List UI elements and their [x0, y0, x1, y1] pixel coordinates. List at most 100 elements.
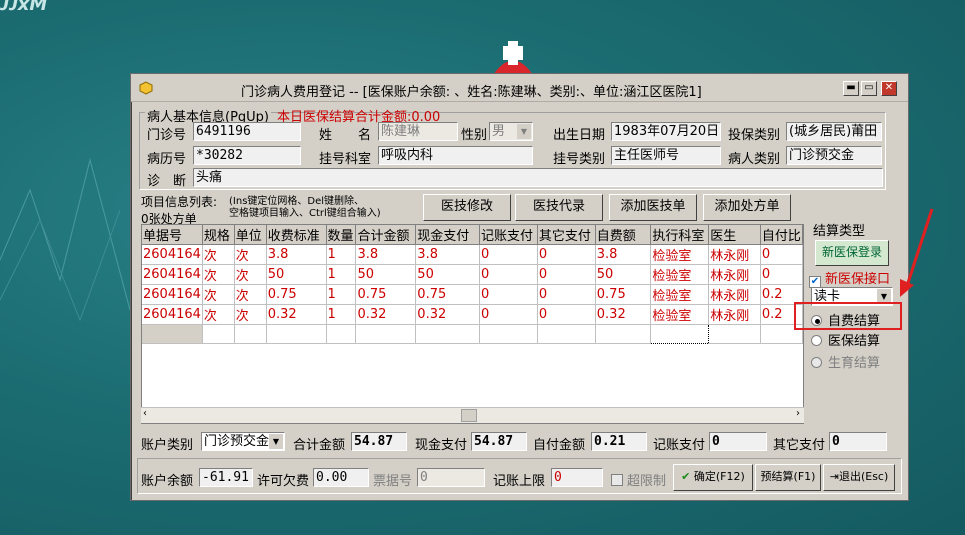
maternity-settle-radio[interactable]: 生育结算 — [811, 352, 880, 371]
table-cell[interactable]: 0 — [479, 284, 538, 305]
table-cell[interactable] — [708, 324, 761, 344]
add-prescription-button[interactable]: 添加处方单 — [703, 194, 791, 221]
table-cell[interactable]: 0.75 — [595, 284, 652, 305]
table-cell[interactable]: 次 — [234, 284, 267, 305]
col-header[interactable]: 其它支付 — [537, 225, 596, 245]
scroll-thumb[interactable] — [461, 409, 477, 422]
table-cell[interactable]: 0 — [537, 244, 596, 265]
table-cell[interactable]: 0 — [479, 304, 538, 325]
title-bar[interactable]: 门诊病人费用登记 -- [医保账户余额: 、姓名:陈建琳、类别:、单位:涵江区医… — [131, 74, 908, 102]
name-field[interactable]: 陈建琳 — [378, 122, 458, 141]
confirm-button[interactable]: ✔ 确定(F12) — [673, 464, 753, 491]
table-cell[interactable]: 0.75 — [415, 284, 480, 305]
table-cell[interactable]: 2604164 — [142, 304, 203, 325]
table-cell[interactable]: 次 — [234, 264, 267, 285]
table-cell[interactable]: 0 — [760, 244, 804, 265]
table-cell[interactable]: 0.32 — [415, 304, 480, 325]
insurance-type-field[interactable]: (城乡居民)莆田 — [786, 122, 882, 141]
col-header[interactable]: 规格 — [202, 225, 235, 245]
scroll-right-icon[interactable]: › — [796, 408, 800, 419]
tech-modify-button[interactable]: 医技修改 — [423, 194, 511, 221]
new-insurance-login-button[interactable]: 新医保登录 — [815, 240, 889, 266]
table-row[interactable]: 2604164 次次 0.32 1 0.32 0.32 0 0 0.32 检验室 林永刚 0.2 — [142, 304, 804, 325]
checkbox-unchecked-icon[interactable] — [611, 474, 623, 486]
table-cell[interactable]: 2604164 — [142, 284, 203, 305]
table-cell[interactable] — [142, 324, 203, 344]
table-cell[interactable]: 1 — [326, 264, 357, 285]
table-cell[interactable]: 0 — [537, 264, 596, 285]
table-cell[interactable]: 林永刚 — [708, 284, 761, 305]
table-cell[interactable] — [595, 324, 652, 344]
table-cell[interactable]: 50 — [355, 264, 417, 285]
table-cell[interactable]: 0 — [760, 264, 804, 285]
col-header[interactable]: 执行科室 — [650, 225, 710, 245]
table-cell[interactable] — [234, 324, 267, 344]
receipt-no-field[interactable]: 0 — [417, 468, 485, 487]
diagnosis-field[interactable]: 头痛 — [193, 168, 883, 187]
table-cell[interactable]: 1 — [326, 244, 357, 265]
table-cell[interactable]: 次 — [234, 304, 267, 325]
table-cell[interactable] — [415, 324, 480, 344]
clinic-no-field[interactable]: 6491196 — [193, 122, 301, 141]
table-cell[interactable]: 检验室 — [650, 304, 710, 325]
table-cell[interactable]: 1 — [326, 284, 357, 305]
record-no-field[interactable]: *30282 — [193, 146, 301, 165]
pre-settle-button[interactable]: 预结算(F1) — [755, 464, 821, 491]
allow-owe-field[interactable]: 0.00 — [313, 468, 369, 487]
table-cell[interactable]: 3.8 — [266, 244, 327, 265]
dept-field[interactable]: 呼吸内科 — [378, 146, 533, 165]
table-cell[interactable] — [355, 324, 417, 344]
add-tech-order-button[interactable]: 添加医技单 — [609, 194, 697, 221]
grid-horizontal-scrollbar[interactable]: ‹ › — [141, 407, 804, 423]
col-header[interactable]: 记账支付 — [479, 225, 538, 245]
patient-type-field[interactable]: 门诊预交金 — [786, 146, 882, 165]
charge-limit-field[interactable]: 0 — [551, 468, 603, 487]
table-cell[interactable]: 50 — [595, 264, 652, 285]
radio-unselected-icon[interactable] — [811, 335, 822, 346]
table-cell[interactable]: 1 — [326, 304, 357, 325]
col-header[interactable]: 单位 — [234, 225, 267, 245]
gender-select[interactable]: 男 ▼ — [489, 122, 533, 141]
minimize-button[interactable]: ▬ — [843, 81, 859, 96]
close-button[interactable]: ✕ — [881, 81, 897, 96]
insurance-settle-radio[interactable]: 医保结算 — [811, 330, 880, 349]
table-cell[interactable]: 0 — [479, 244, 538, 265]
table-cell[interactable]: 次 — [202, 264, 235, 285]
table-cell[interactable] — [266, 324, 327, 344]
table-cell[interactable] — [479, 324, 538, 344]
table-cell[interactable]: 0.75 — [266, 284, 327, 305]
table-cell[interactable]: 0.32 — [355, 304, 417, 325]
table-cell[interactable]: 次 — [202, 244, 235, 265]
table-cell[interactable]: 检验室 — [650, 244, 710, 265]
col-header[interactable]: 合计金额 — [355, 225, 417, 245]
table-cell-focused[interactable] — [650, 324, 710, 344]
table-cell[interactable]: 2604164 — [142, 244, 203, 265]
table-cell[interactable] — [202, 324, 235, 344]
table-row-empty[interactable] — [142, 324, 804, 344]
table-cell[interactable]: 0 — [537, 304, 596, 325]
reg-type-field[interactable]: 主任医师号 — [611, 146, 721, 165]
table-cell[interactable]: 次 — [202, 304, 235, 325]
table-cell[interactable]: 检验室 — [650, 284, 710, 305]
table-row[interactable]: 2604164 次次 50 1 50 50 0 0 50 检验室 林永刚 0 — [142, 264, 804, 285]
exit-button[interactable]: ⇥退出(Esc) — [823, 464, 895, 491]
account-type-select[interactable]: 门诊预交金 ▼ — [201, 432, 285, 451]
table-cell[interactable]: 50 — [266, 264, 327, 285]
table-cell[interactable]: 林永刚 — [708, 304, 761, 325]
table-cell[interactable]: 次 — [234, 244, 267, 265]
tech-proxy-button[interactable]: 医技代录 — [515, 194, 603, 221]
radio-disabled-icon[interactable] — [811, 357, 822, 368]
col-header[interactable]: 现金支付 — [415, 225, 480, 245]
table-cell[interactable]: 2604164 — [142, 264, 203, 285]
col-header[interactable]: 医生 — [708, 225, 761, 245]
chevron-down-icon[interactable]: ▼ — [517, 124, 531, 139]
table-cell[interactable]: 3.8 — [415, 244, 480, 265]
col-header[interactable]: 自付比 — [760, 225, 804, 245]
over-limit-checkbox[interactable]: 超限制 — [611, 470, 666, 489]
table-row[interactable]: 2604164 次次 3.8 1 3.8 3.8 0 0 3.8 检验室 林永刚 0 — [142, 244, 804, 265]
table-cell[interactable]: 次 — [202, 284, 235, 305]
table-cell[interactable]: 3.8 — [595, 244, 652, 265]
birth-field[interactable]: 1983年07月20日 — [611, 122, 721, 141]
table-cell[interactable]: 0 — [537, 284, 596, 305]
chevron-down-icon[interactable]: ▼ — [269, 434, 283, 449]
